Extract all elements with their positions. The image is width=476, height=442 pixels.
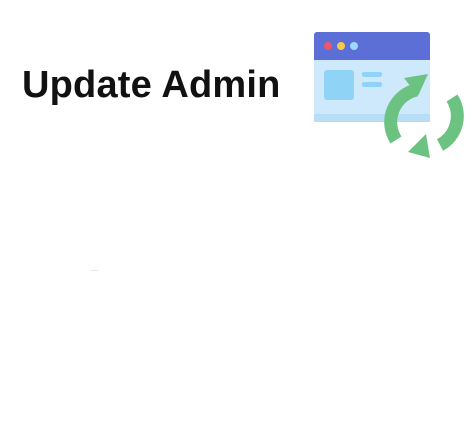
divider [90, 270, 98, 271]
browser-window-refresh-icon [312, 30, 468, 162]
update-admin-page: Update Admin [0, 0, 476, 442]
page-title: Update Admin [22, 64, 281, 106]
